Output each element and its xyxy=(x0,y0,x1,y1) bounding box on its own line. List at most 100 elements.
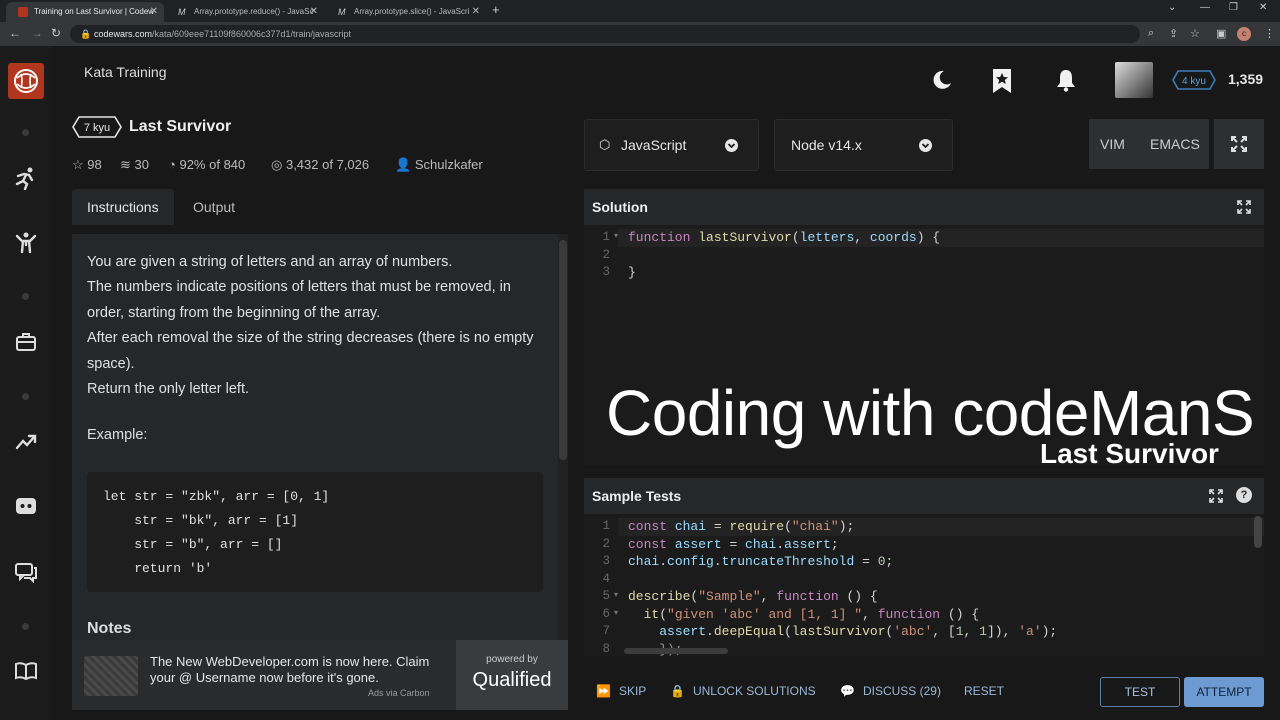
solution-header: Solution xyxy=(584,189,1264,225)
sidebar-item-discussions[interactable] xyxy=(14,560,38,584)
sample-tests-editor[interactable]: 1 2 3 4 5 6 7 8 ▾ ▾ const chai = require… xyxy=(584,514,1264,656)
expand-icon[interactable] xyxy=(1208,488,1224,509)
zoom-icon[interactable]: ⌕ xyxy=(1148,27,1154,40)
dark-mode-moon-icon[interactable] xyxy=(930,68,954,92)
browser-tab-reduce[interactable]: M Array.prototype.reduce() - JavaSc ✕ xyxy=(166,2,324,22)
collections-count: 30 xyxy=(134,157,149,172)
vim-button[interactable]: VIM xyxy=(1100,136,1125,152)
browser-tab-slice[interactable]: M Array.prototype.slice() - JavaScri ✕ xyxy=(326,2,486,22)
sidepanel-icon[interactable]: ▣ xyxy=(1216,27,1226,40)
fullscreen-button[interactable] xyxy=(1214,119,1264,169)
completed-stat: ◎ 3,432 of 7,026 xyxy=(271,157,369,173)
help-icon[interactable]: ? xyxy=(1236,487,1252,503)
back-icon[interactable]: ← xyxy=(9,26,21,40)
runtime-select[interactable]: Node v14.x xyxy=(774,119,953,171)
sidebar-item-leaderboard[interactable] xyxy=(14,430,38,454)
ad-image[interactable] xyxy=(84,656,138,696)
kyu-label: 7 kyu xyxy=(84,122,110,134)
solution-editor[interactable]: 1 2 3 ▾ function lastSurvivor(letters, c… xyxy=(584,225,1264,465)
qualified-logo: Qualified xyxy=(472,669,552,691)
test-line-7: assert.deepEqual(lastSurvivor('abc', [1,… xyxy=(659,624,1058,639)
discord-icon xyxy=(16,498,36,514)
line-number: 4 xyxy=(602,572,610,586)
forward-icon[interactable]: → xyxy=(31,26,43,40)
completed-count: 3,432 xyxy=(285,157,319,172)
test-line-5: describe("Sample", function () { xyxy=(628,589,878,604)
lock-icon: 🔒 xyxy=(80,29,92,39)
unlock-label: UNLOCK SOLUTIONS xyxy=(692,684,816,698)
url-field[interactable]: 🔒 codewars.com/kata/609eee71109f860006c3… xyxy=(70,25,1140,43)
reload-icon[interactable]: ↻ xyxy=(51,26,61,40)
qualified-ad[interactable]: powered by Qualified xyxy=(456,640,568,710)
stars-stat[interactable]: ☆ 98 xyxy=(72,157,102,173)
carbon-ad[interactable]: The New WebDeveloper.com is now here. Cl… xyxy=(72,640,568,710)
codewars-logo-icon[interactable] xyxy=(8,63,44,99)
notifications-bell-icon[interactable] xyxy=(1054,68,1078,92)
instructions-scrollbar[interactable] xyxy=(558,234,568,640)
sidebar-item-training[interactable] xyxy=(14,166,38,190)
reset-button[interactable]: RESET xyxy=(964,684,1004,698)
sidebar-item-discord[interactable] xyxy=(14,494,38,518)
target-icon: ◎ xyxy=(271,157,286,172)
mdn-favicon-icon: M xyxy=(338,7,346,17)
close-window-icon[interactable]: ✕ xyxy=(1259,2,1267,13)
ad-via-label[interactable]: Ads via Carbon xyxy=(368,688,430,698)
sidebar-item-practice[interactable] xyxy=(14,230,38,254)
sidebar-item-career[interactable] xyxy=(14,330,38,354)
line-number: 7 xyxy=(602,624,610,638)
test-line-3: chai.config.truncateThreshold = 0; xyxy=(628,554,894,569)
skip-button[interactable]: ⏩ SKIP xyxy=(596,684,646,698)
example-code-block: let str = "zbk", arr = [0, 1] str = "bk"… xyxy=(87,472,543,592)
fast-forward-icon: ⏩ xyxy=(596,684,611,698)
close-tab-icon[interactable]: ✕ xyxy=(472,2,480,22)
comments-icon: 💬 xyxy=(840,684,855,698)
user-avatar[interactable] xyxy=(1115,62,1153,98)
sidebar-item-docs[interactable] xyxy=(14,659,38,683)
bookmark-star-icon[interactable] xyxy=(990,68,1014,93)
unlock-solutions-button[interactable]: 🔒 UNLOCK SOLUTIONS xyxy=(670,684,816,698)
emacs-button[interactable]: EMACS xyxy=(1150,136,1200,152)
kata-kyu-badge: 7 kyu xyxy=(72,116,122,138)
author-stat[interactable]: 👤 Schulzkafer xyxy=(395,157,483,173)
close-tab-icon[interactable]: ✕ xyxy=(150,2,158,22)
bookmark-star-icon[interactable]: ☆ xyxy=(1190,27,1200,40)
line-number: 3 xyxy=(602,554,610,568)
tab-instructions[interactable]: Instructions xyxy=(72,189,174,225)
minimize-icon[interactable]: — xyxy=(1200,2,1210,13)
runtime-value: Node v14.x xyxy=(791,137,862,153)
profile-avatar[interactable]: c xyxy=(1237,27,1251,41)
fold-arrow-icon[interactable]: ▾ xyxy=(614,608,618,617)
tests-hscrollbar-thumb[interactable] xyxy=(624,648,728,654)
ad-text[interactable]: The New WebDeveloper.com is now here. Cl… xyxy=(150,654,450,686)
code-line: str = "bk", arr = [1] xyxy=(103,513,299,528)
language-select[interactable]: ⬡ JavaScript xyxy=(584,119,759,171)
chevron-down-icon xyxy=(919,139,932,152)
expand-icon[interactable] xyxy=(1236,199,1252,220)
author-name: Schulzkafer xyxy=(414,157,483,172)
fold-arrow-icon[interactable]: ▾ xyxy=(614,590,618,599)
stars-count: 98 xyxy=(87,157,102,172)
attempt-button[interactable]: ATTEMPT xyxy=(1184,677,1264,707)
attempted-count: of 7,026 xyxy=(322,157,370,172)
satisfaction-percent: 92% xyxy=(179,157,206,172)
share-icon[interactable]: ⇪ xyxy=(1169,27,1178,40)
tab-search-icon[interactable]: ⌄ xyxy=(1168,2,1176,13)
tests-scrollbar-thumb[interactable] xyxy=(1254,516,1262,548)
collections-stat[interactable]: ≋ 30 xyxy=(120,157,149,173)
browser-tab-title: Training on Last Survivor | Codew xyxy=(34,7,155,16)
new-tab-icon[interactable]: + xyxy=(492,2,500,17)
restore-icon[interactable]: ❐ xyxy=(1229,2,1238,13)
discuss-button[interactable]: 💬 DISCUSS (29) xyxy=(840,684,941,698)
scrollbar-thumb[interactable] xyxy=(559,240,567,460)
rank-badge[interactable]: 4 kyu xyxy=(1172,70,1216,90)
close-tab-icon[interactable]: ✕ xyxy=(310,2,318,22)
code-line: let str = "zbk", arr = [0, 1] xyxy=(103,489,330,504)
test-button[interactable]: TEST xyxy=(1100,677,1180,707)
fold-arrow-icon[interactable]: ▾ xyxy=(614,231,618,240)
line-number: 1 xyxy=(602,230,610,244)
language-value: JavaScript xyxy=(621,137,687,153)
browser-tab-codewars[interactable]: Training on Last Survivor | Codew ✕ xyxy=(6,2,164,22)
menu-kebab-icon[interactable]: ⋮ xyxy=(1264,27,1275,40)
tab-output[interactable]: Output xyxy=(178,189,250,225)
user-icon: 👤 xyxy=(395,157,415,172)
